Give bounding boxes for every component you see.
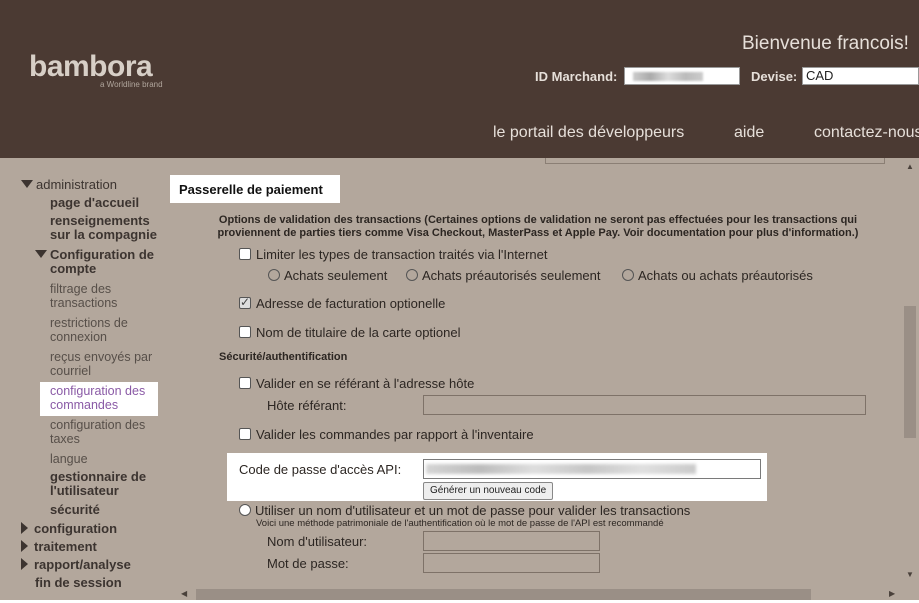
host-label: Hôte référant: (267, 398, 347, 413)
horizontal-scroll-thumb[interactable] (196, 589, 811, 600)
cardholder-optional-checkbox[interactable] (239, 326, 251, 338)
limit-types-checkbox[interactable] (239, 248, 251, 260)
sidebar-item-processing[interactable]: traitement (21, 540, 97, 554)
password-input[interactable] (423, 553, 600, 573)
validation-note: Options de validation des transactions (… (217, 214, 859, 239)
section-title: Passerelle de paiement (170, 175, 340, 203)
radio-preauth-option[interactable]: Achats préautorisés seulement (406, 268, 600, 283)
generate-code-button[interactable]: Générer un nouveau code (423, 482, 554, 500)
sidebar-item-language[interactable]: langue (50, 452, 88, 466)
vertical-scrollbar[interactable]: ▲ ▼ (901, 158, 919, 586)
sidebar-item-company-info[interactable]: renseignements sur la compagnie (50, 214, 157, 242)
expanded-arrow-icon (35, 250, 47, 258)
logo-subtitle: a Worldline brand (100, 80, 163, 89)
radio-use-credentials[interactable] (239, 504, 251, 516)
radio-both-option[interactable]: Achats ou achats préautorisés (622, 268, 813, 283)
api-passcode-input[interactable] (423, 459, 761, 479)
merchant-id-field (624, 67, 740, 85)
api-passcode-panel: Code de passe d'accès API: Générer un no… (227, 453, 767, 501)
validate-inventory-checkbox[interactable] (239, 428, 251, 440)
radio-both[interactable] (622, 269, 634, 281)
sidebar-item-security[interactable]: sécurité (50, 503, 100, 517)
scroll-up-icon[interactable]: ▲ (906, 162, 914, 171)
scroll-right-icon[interactable]: ▶ (889, 589, 895, 598)
merchant-id-label: ID Marchand: (535, 69, 618, 84)
sidebar-item-administration[interactable]: administration (21, 178, 117, 192)
collapsed-arrow-icon (21, 558, 28, 570)
header: bambora a Worldline brand Bienvenue fran… (0, 0, 919, 158)
api-passcode-label: Code de passe d'accès API: (239, 462, 402, 477)
cardholder-optional-option[interactable]: Nom de titulaire de la carte optionel (239, 325, 461, 340)
validate-host-checkbox[interactable] (239, 377, 251, 389)
sidebar-item-tx-filter[interactable]: filtrage des transactions (50, 282, 117, 310)
username-label: Nom d'utilisateur: (267, 534, 368, 549)
collapsed-arrow-icon (21, 540, 28, 552)
currency-label: Devise: (751, 69, 798, 84)
nav-help[interactable]: aide (734, 124, 764, 142)
main-area: administration page d'accueil renseignem… (0, 158, 919, 603)
password-label: Mot de passe: (267, 556, 349, 571)
sidebar-item-tax-config[interactable]: configuration des taxes (50, 418, 145, 446)
sidebar-item-reporting[interactable]: rapport/analyse (21, 558, 131, 572)
sidebar-item-order-config[interactable]: configuration des commandes (40, 382, 158, 416)
redacted-value (633, 72, 703, 81)
sidebar-item-logout[interactable]: fin de session (35, 576, 122, 590)
billing-optional-checkbox[interactable] (239, 295, 251, 309)
radio-purchases-option[interactable]: Achats seulement (268, 268, 387, 283)
cut-off-field (545, 158, 885, 164)
sidebar-item-receipts[interactable]: reçus envoyés par courriel (50, 350, 152, 378)
redacted-value (426, 464, 696, 474)
vertical-scroll-thumb[interactable] (904, 306, 916, 438)
content-panel: Passerelle de paiement Options de valida… (168, 158, 901, 586)
credentials-note: Voici une méthode patrimoniale de l'auth… (256, 518, 664, 529)
bambora-logo[interactable]: bambora (29, 50, 153, 84)
collapsed-arrow-icon (21, 522, 28, 534)
validate-host-option[interactable]: Valider en se référant à l'adresse hôte (239, 376, 474, 391)
security-heading: Sécurité/authentification (219, 351, 348, 363)
host-input[interactable] (423, 395, 866, 415)
scroll-down-icon[interactable]: ▼ (906, 570, 914, 579)
radio-purchases[interactable] (268, 269, 280, 281)
radio-preauth[interactable] (406, 269, 418, 281)
nav-developer-portal[interactable]: le portail des développeurs (493, 124, 684, 142)
validate-inventory-option[interactable]: Valider les commandes par rapport à l'in… (239, 427, 534, 442)
username-input[interactable] (423, 531, 600, 551)
limit-types-option[interactable]: Limiter les types de transaction traités… (239, 247, 548, 262)
sidebar: administration page d'accueil renseignem… (0, 158, 168, 603)
sidebar-item-user-manager[interactable]: gestionnaire de l'utilisateur (50, 470, 146, 498)
billing-optional-option[interactable]: Adresse de facturation optionelle (239, 295, 445, 311)
use-credentials-option[interactable]: Utiliser un nom d'utilisateur et un mot … (239, 503, 690, 518)
sidebar-item-configuration[interactable]: configuration (21, 522, 117, 536)
sidebar-item-login-restrictions[interactable]: restrictions de connexion (50, 316, 128, 344)
welcome-message: Bienvenue francois! (742, 33, 909, 54)
expanded-arrow-icon (21, 180, 33, 188)
sidebar-item-home[interactable]: page d'accueil (50, 196, 139, 210)
currency-field: CAD (802, 67, 919, 85)
scroll-left-icon[interactable]: ◀ (181, 589, 187, 598)
nav-contact[interactable]: contactez-nous (814, 124, 919, 142)
sidebar-item-account-config[interactable]: Configuration de compte (35, 248, 154, 276)
